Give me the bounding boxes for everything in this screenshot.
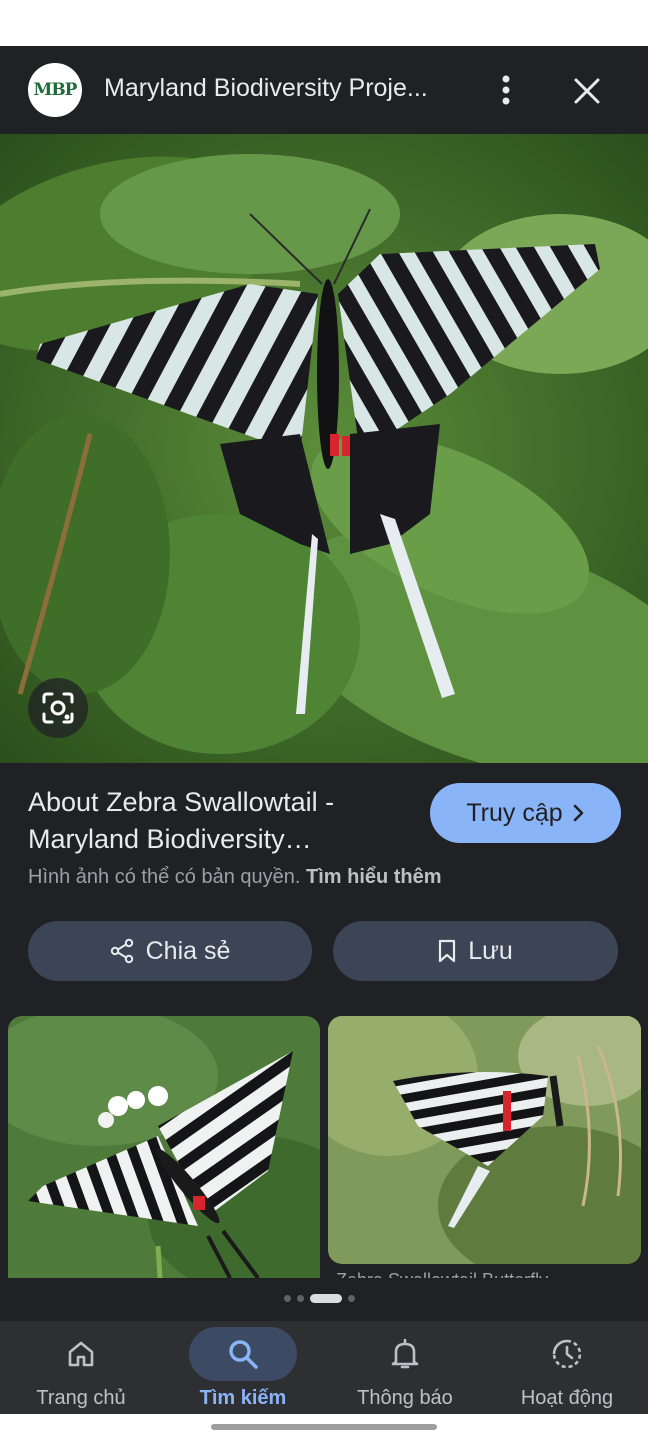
result-title-line1: About Zebra Swallowtail - [28, 787, 335, 817]
related-butterfly-photo-1 [8, 1016, 320, 1278]
close-icon [574, 78, 600, 104]
nav-item-activity[interactable]: Hoạt động [486, 1321, 648, 1414]
lens-icon [42, 692, 74, 724]
nav-label-activity: Hoạt động [520, 1387, 614, 1409]
google-lens-button[interactable] [28, 678, 88, 738]
activity-icon [552, 1339, 582, 1369]
bell-icon [391, 1338, 419, 1369]
nav-label-search: Tìm kiếm [199, 1387, 287, 1409]
pager-dot[interactable] [297, 1294, 304, 1302]
pager-dot[interactable] [284, 1294, 291, 1302]
search-icon [229, 1340, 258, 1369]
nav-icon-container [189, 1327, 297, 1381]
close-button[interactable] [566, 70, 608, 112]
main-image[interactable] [0, 134, 648, 763]
viewer-header: MBP Maryland Biodiversity Proje... [0, 46, 648, 134]
nav-item-home[interactable]: Trang chủ [0, 1321, 162, 1414]
pager-dot[interactable] [348, 1294, 355, 1302]
related-image[interactable] [8, 1016, 320, 1278]
site-logo-text: MBP [33, 80, 78, 100]
nav-icon-container [27, 1327, 135, 1381]
pager-dots [284, 1293, 355, 1303]
nav-label-notifications: Thông báo [357, 1387, 453, 1409]
result-title[interactable]: About Zebra Swallowtail - Maryland Biodi… [28, 784, 408, 858]
copyright-notice: Hình ảnh có thể có bản quyền. Tìm hiểu t… [28, 866, 442, 889]
share-button[interactable]: Chia sẻ [28, 921, 312, 981]
nav-item-search[interactable]: Tìm kiếm [162, 1321, 324, 1414]
result-title-line2: Maryland Biodiversity… [28, 824, 312, 854]
chevron-right-icon [573, 804, 583, 822]
save-label: Lưu [468, 936, 513, 965]
share-label: Chia sẻ [145, 936, 231, 965]
butterfly-photo [0, 134, 648, 763]
pager-dot-active[interactable] [310, 1293, 342, 1303]
site-logo[interactable]: MBP [28, 63, 82, 117]
more-options-button[interactable] [486, 70, 526, 110]
screen: MBP Maryland Biodiversity Proje... About… [0, 0, 648, 1440]
status-bar [0, 0, 648, 46]
learn-more-link[interactable]: Tìm hiểu thêm [306, 866, 442, 888]
home-icon [68, 1341, 94, 1367]
nav-label-home: Trang chủ [36, 1387, 126, 1409]
bottom-navigation: Trang chủ Tìm kiếm Thông báo Hoạt động [0, 1321, 648, 1414]
related-butterfly-photo-2 [328, 1016, 641, 1264]
visit-button[interactable]: Truy cập [430, 783, 621, 843]
save-button[interactable]: Lưu [333, 921, 618, 981]
nav-icon-container [351, 1327, 459, 1381]
related-caption: Zebra Swallowtail Butterfly [336, 1270, 636, 1278]
nav-icon-container [513, 1327, 621, 1381]
copyright-text: Hình ảnh có thể có bản quyền. [28, 866, 301, 888]
more-vert-icon [502, 75, 510, 105]
related-image[interactable] [328, 1016, 641, 1264]
share-icon [110, 938, 133, 964]
home-indicator[interactable] [211, 1424, 437, 1430]
bookmark-icon [439, 939, 456, 963]
nav-item-notifications[interactable]: Thông báo [324, 1321, 486, 1414]
visit-button-label: Truy cập [466, 798, 563, 827]
site-title[interactable]: Maryland Biodiversity Proje... [104, 74, 464, 103]
